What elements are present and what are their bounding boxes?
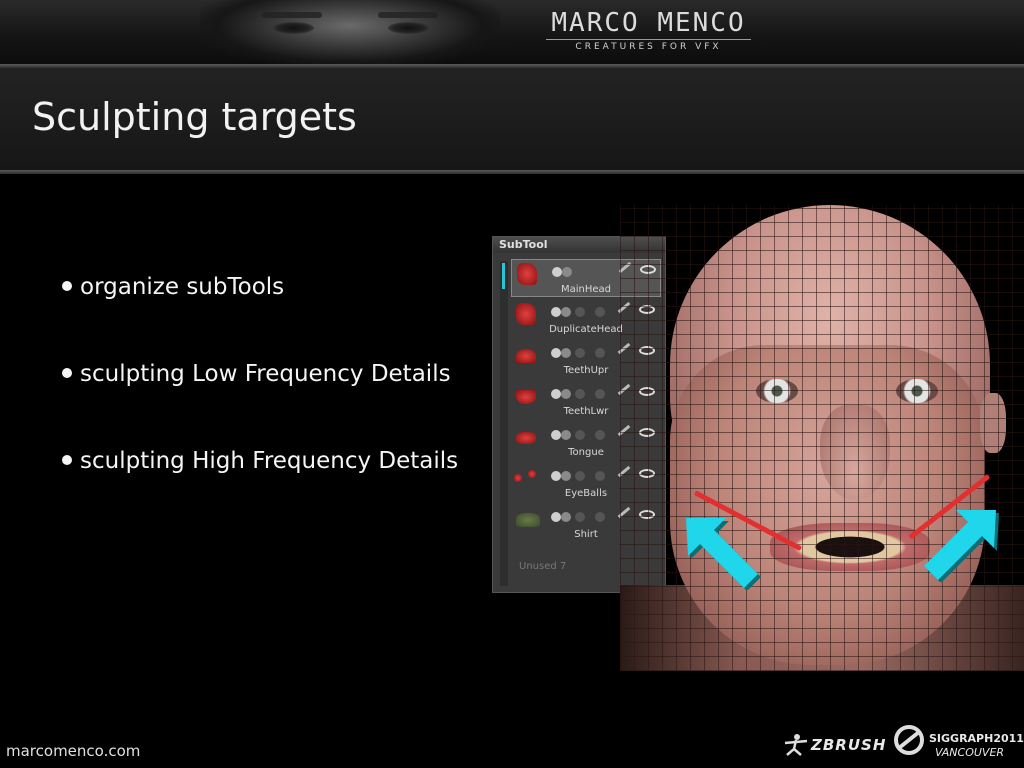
siggraph-logo: SIGGRAPH2011 VANCOUVER [893, 720, 1024, 764]
wireframe-overlay [620, 205, 1024, 671]
brand-logo: MARCO MENCO Creatures for VFX [546, 8, 751, 52]
polypaint-toggle-icon[interactable] [551, 348, 561, 358]
siggraph-emblem-icon [894, 725, 924, 755]
mode-toggle-icon[interactable] [575, 389, 585, 399]
lock-toggle-icon[interactable] [595, 471, 605, 481]
lock-toggle-icon[interactable] [596, 267, 606, 277]
polypaint-toggle-icon[interactable] [551, 430, 561, 440]
zbrush-figure-icon [784, 734, 808, 756]
mode-toggle-icon[interactable] [575, 348, 585, 358]
header-divider-bottom [0, 170, 1024, 174]
polypaint-toggle-icon[interactable] [551, 471, 561, 481]
eye-left [272, 22, 314, 34]
arrow-left-icon [686, 518, 761, 590]
solo-toggle-icon[interactable] [561, 348, 571, 358]
lock-toggle-icon[interactable] [595, 348, 605, 358]
brand-divider [546, 39, 751, 40]
solo-toggle-icon[interactable] [561, 307, 571, 317]
subtool-scrollbar[interactable] [500, 261, 508, 586]
bullet-list: organize subTools sculpting Low Frequenc… [62, 268, 458, 529]
subtool-thumbnail [517, 263, 537, 285]
zbrush-logo: ZBRUSH [783, 733, 887, 757]
subtool-thumbnail [528, 470, 536, 478]
eye-right [388, 22, 430, 34]
solo-toggle-icon[interactable] [561, 430, 571, 440]
lock-toggle-icon[interactable] [595, 512, 605, 522]
solo-toggle-icon[interactable] [561, 471, 571, 481]
bullet-dot-icon [62, 368, 72, 378]
mode-toggle-icon[interactable] [576, 267, 586, 277]
brand-tagline: Creatures for VFX [575, 42, 722, 52]
subtool-thumbnail [516, 349, 536, 363]
bullet-item: sculpting High Frequency Details [62, 442, 458, 529]
head-render-image [620, 205, 1024, 671]
website-link[interactable]: marcomenco.com [6, 742, 140, 760]
brow-left [262, 12, 322, 18]
solo-toggle-icon[interactable] [561, 512, 571, 522]
polypaint-toggle-icon[interactable] [551, 512, 561, 522]
subtool-thumbnail [514, 474, 522, 482]
mode-toggle-icon[interactable] [575, 430, 585, 440]
polypaint-toggle-icon[interactable] [552, 267, 562, 277]
subtool-thumbnail [516, 303, 536, 325]
lock-toggle-icon[interactable] [595, 307, 605, 317]
header-banner: MARCO MENCO Creatures for VFX [0, 0, 1024, 64]
solo-toggle-icon[interactable] [561, 389, 571, 399]
mode-toggle-icon[interactable] [575, 307, 585, 317]
subtool-thumbnail [516, 390, 536, 404]
bullet-item: sculpting Low Frequency Details [62, 355, 458, 442]
subtool-scroll-thumb[interactable] [502, 263, 505, 289]
slide-title: Sculpting targets [32, 95, 357, 139]
bullet-dot-icon [62, 281, 72, 291]
brow-right [378, 12, 438, 18]
arrow-right-icon [924, 510, 999, 582]
header-face-photo [200, 0, 500, 64]
bullet-text: sculpting High Frequency Details [80, 448, 459, 474]
mode-toggle-icon[interactable] [575, 471, 585, 481]
brand-name: MARCO MENCO [551, 8, 746, 38]
lock-toggle-icon[interactable] [595, 389, 605, 399]
siggraph-city: VANCOUVER [935, 746, 1005, 759]
polypaint-toggle-icon[interactable] [551, 307, 561, 317]
bullet-item: organize subTools [62, 268, 458, 355]
subtool-unused-count: Unused 7 [519, 561, 567, 572]
bullet-dot-icon [62, 455, 72, 465]
bullet-text: sculpting Low Frequency Details [80, 361, 451, 387]
bullet-text: organize subTools [80, 274, 285, 300]
lock-toggle-icon[interactable] [595, 430, 605, 440]
mode-toggle-icon[interactable] [575, 512, 585, 522]
polypaint-toggle-icon[interactable] [551, 389, 561, 399]
solo-toggle-icon[interactable] [562, 267, 572, 277]
siggraph-wordmark: SIGGRAPH2011 [929, 732, 1024, 745]
subtool-thumbnail [516, 432, 536, 444]
subtool-thumbnail [516, 513, 540, 527]
zbrush-wordmark: ZBRUSH [811, 736, 887, 754]
